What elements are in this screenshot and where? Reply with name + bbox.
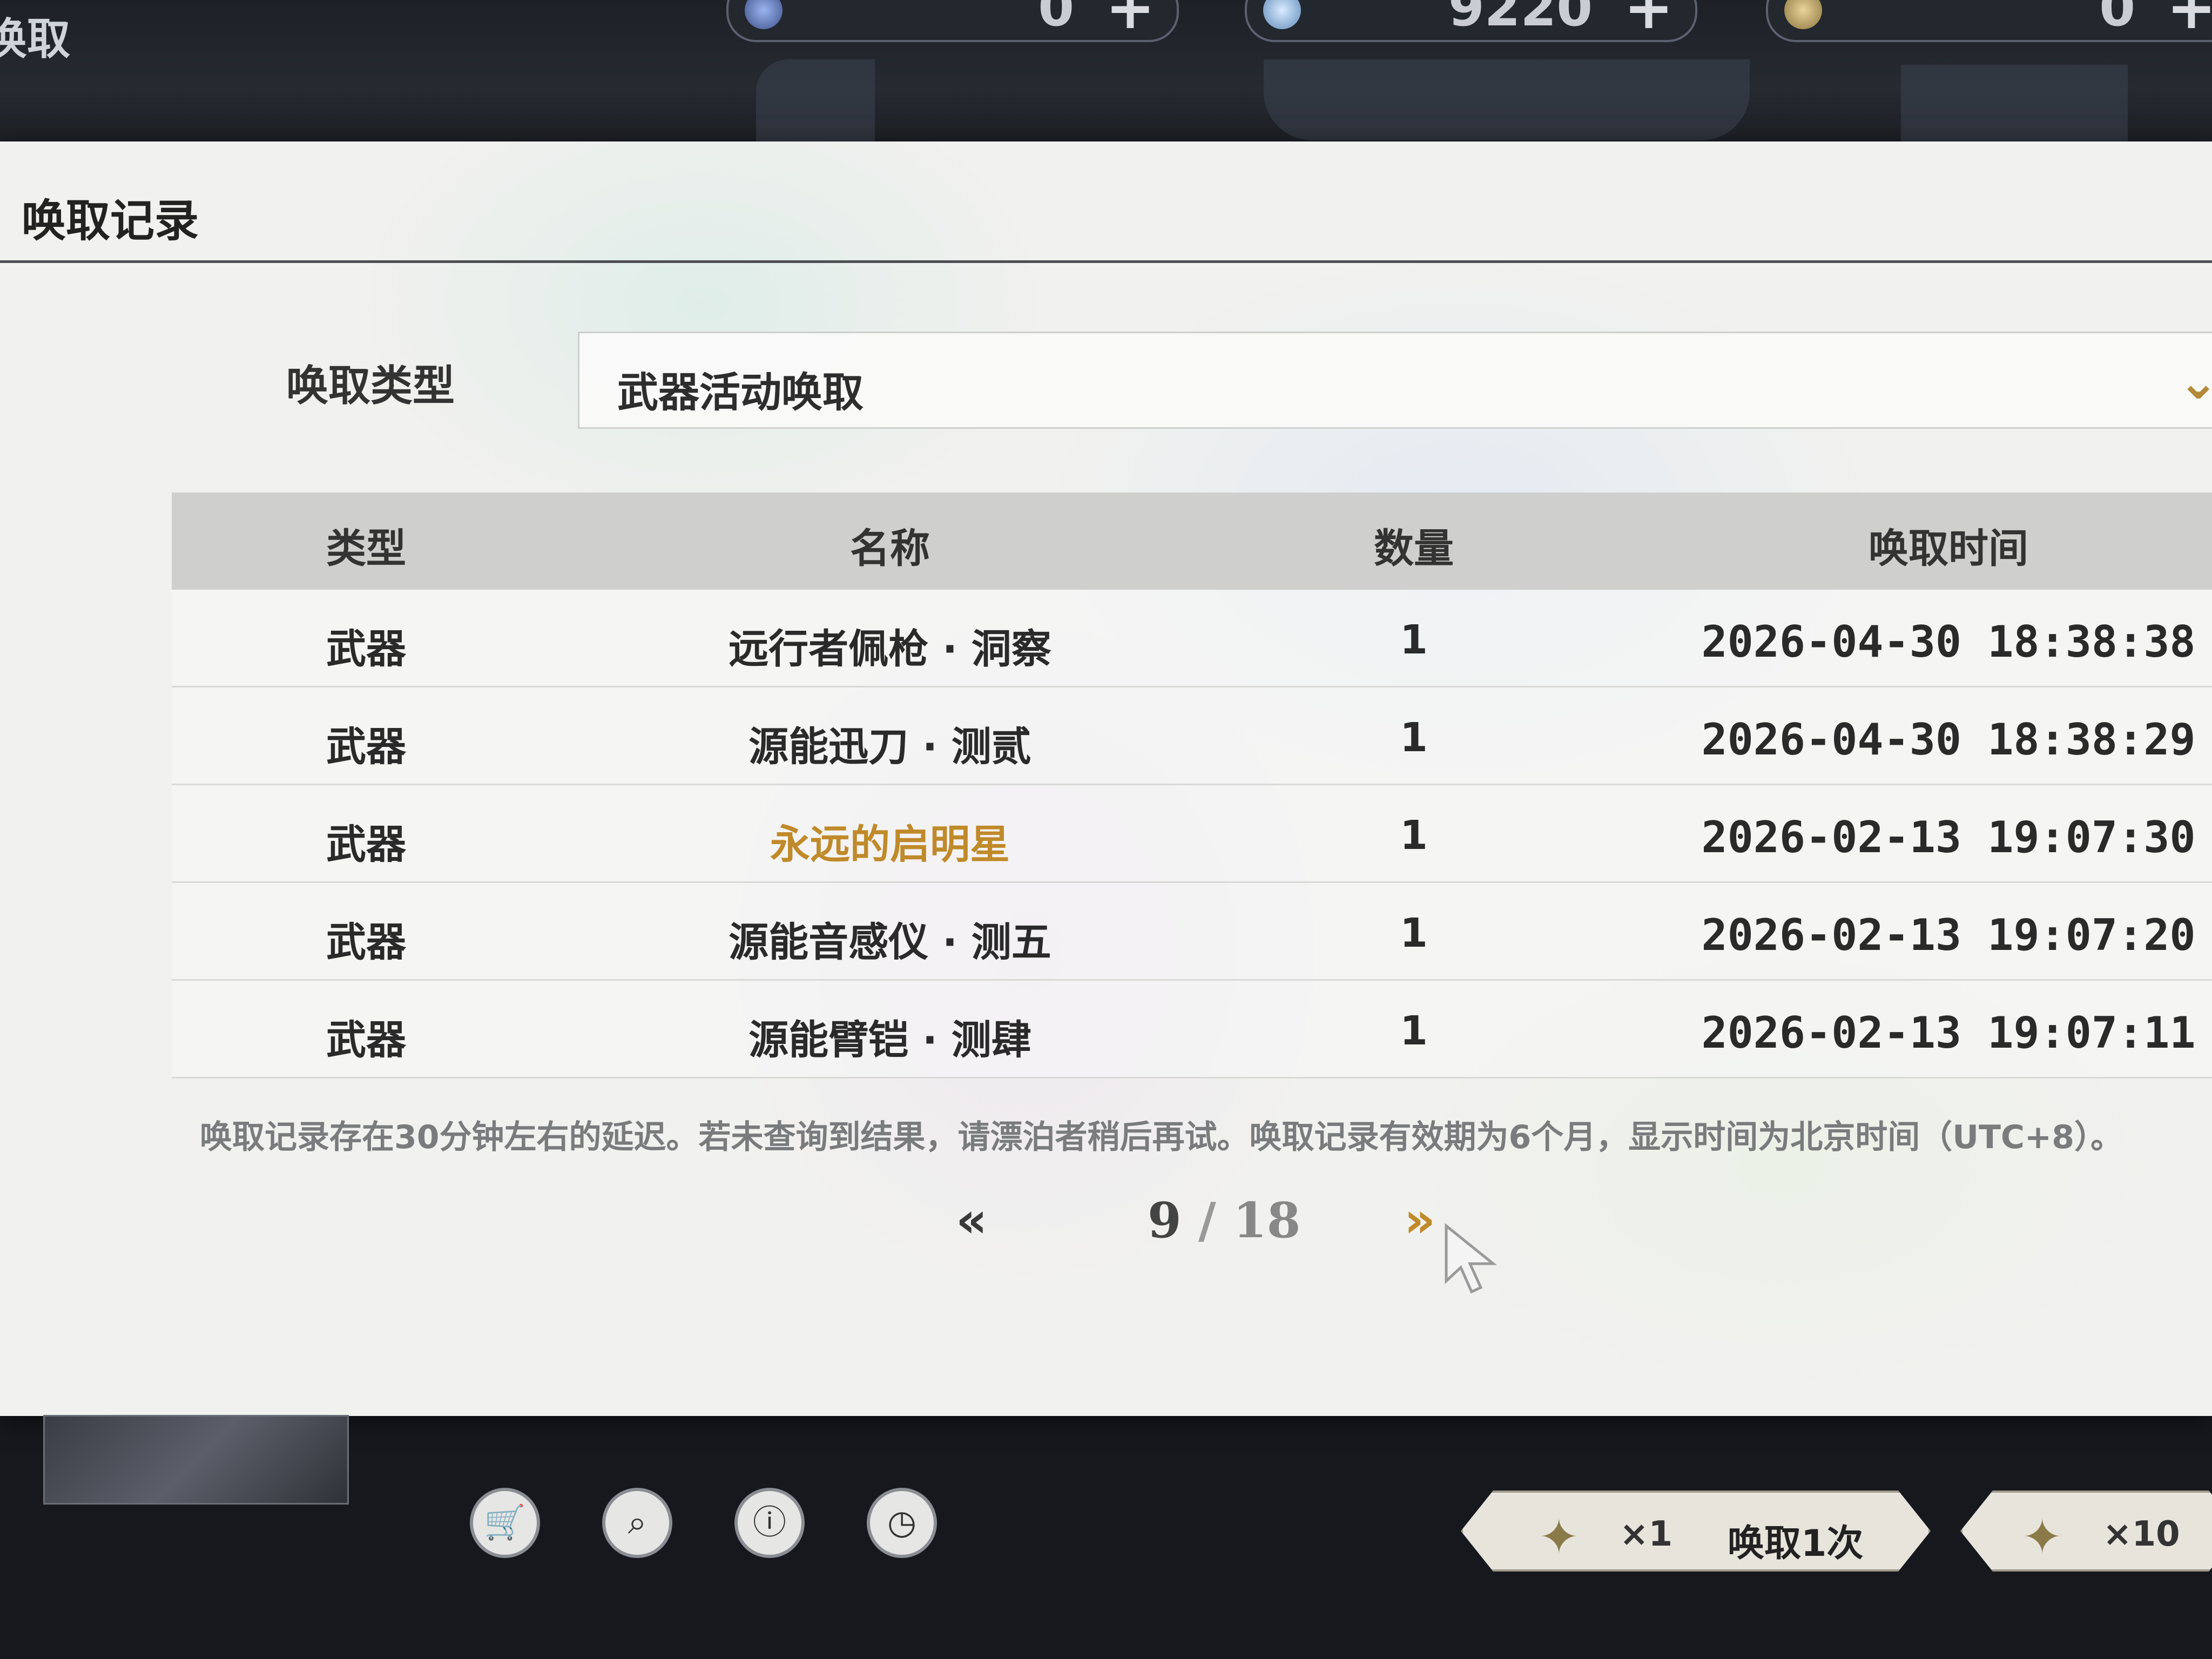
forging-tide-icon (1784, 0, 1822, 29)
title-divider (0, 260, 2212, 263)
add-lunite-button[interactable]: + (1105, 0, 1155, 42)
background-decoration (1264, 59, 1750, 140)
cell-quantity: 1 (1400, 910, 1428, 956)
history-button[interactable]: ◷ (867, 1488, 937, 1558)
convene-ten-button[interactable]: ✦ ×10 (1960, 1491, 2212, 1572)
cell-quantity: 1 (1400, 812, 1428, 859)
cell-quantity: 1 (1400, 1008, 1428, 1054)
cell-time: 2026-02-13 19:07:30 (1701, 812, 2196, 862)
forging-tide-icon: ✦ (2022, 1509, 2063, 1566)
currency-value: 0 (2099, 0, 2135, 38)
cost-quantity: ×1 (1620, 1514, 1673, 1554)
history-table: 类型 名称 数量 唤取时间 武器 远行者佩枪 · 洞察 1 2026-04-30… (172, 493, 2212, 1078)
cell-type: 武器 (326, 626, 406, 672)
dropdown-selected-value: 武器活动唤取 (617, 368, 864, 416)
total-pages: 18 (1233, 1192, 1301, 1249)
background-decoration (756, 59, 875, 146)
details-button[interactable]: ⌕ (602, 1488, 672, 1558)
table-header: 类型 名称 数量 唤取时间 (172, 493, 2212, 590)
current-page: 9 (1148, 1192, 1182, 1249)
currency-forging-tide: 0 + (1766, 0, 2212, 42)
cell-name-highlighted: 永远的启明星 (770, 821, 1010, 868)
convene-once-label: 唤取1次 (1728, 1522, 1864, 1565)
column-header-quantity: 数量 (1374, 525, 1454, 572)
column-header-time: 唤取时间 (1869, 525, 2028, 572)
column-header-name: 名称 (850, 525, 930, 572)
currency-value: 9220 (1448, 0, 1593, 38)
add-astrite-button[interactable]: + (1624, 0, 1674, 42)
currency-astrite: 9220 + (1245, 0, 1697, 42)
cell-type: 武器 (326, 1017, 406, 1063)
convene-once-button[interactable]: ✦ ×1 唤取1次 (1461, 1491, 1931, 1572)
astrite-icon (1263, 0, 1301, 29)
convene-type-dropdown[interactable]: 武器活动唤取 ⌄ (578, 332, 2212, 429)
shop-button[interactable]: 🛒 (470, 1488, 540, 1558)
add-forging-tide-button[interactable]: + (2167, 0, 2212, 42)
cart-icon: 🛒 (484, 1502, 526, 1542)
forging-tide-icon: ✦ (1539, 1509, 1580, 1566)
dialog-title: 唤取记录 (22, 195, 199, 247)
page-separator: / (1198, 1192, 1216, 1249)
currency-lunite: 0 + (726, 0, 1179, 42)
table-row: 武器 源能音感仪 · 测五 1 2026-02-13 19:07:20 (172, 883, 2212, 981)
background-decoration (1901, 65, 2128, 146)
top-bar: 唤取 0 + 9220 + 0 + (0, 0, 2212, 146)
page-title: 唤取 (0, 14, 70, 64)
info-icon: ⓘ (752, 1502, 786, 1542)
cell-type: 武器 (326, 821, 406, 868)
info-button[interactable]: ⓘ (734, 1488, 805, 1558)
cell-time: 2026-02-13 19:07:20 (1701, 910, 2196, 960)
cell-name: 源能音感仪 · 测五 (729, 919, 1051, 966)
cell-quantity: 1 (1400, 714, 1428, 761)
next-page-button[interactable]: » (1404, 1192, 1435, 1249)
clock-icon: ◷ (887, 1502, 917, 1542)
table-row: 武器 源能臂铠 · 测肆 1 2026-02-13 19:07:11 (172, 981, 2212, 1078)
table-row: 武器 永远的启明星 1 2026-02-13 19:07:30 (172, 785, 2212, 883)
cell-type: 武器 (326, 724, 406, 770)
cell-name: 源能迅刀 · 测贰 (748, 724, 1031, 770)
cell-time: 2026-04-30 18:38:29 (1701, 714, 2196, 765)
column-header-type: 类型 (326, 525, 406, 572)
cell-type: 武器 (326, 919, 406, 966)
lunite-icon (745, 0, 783, 29)
page-indicator: 9 / 18 (1148, 1192, 1300, 1249)
table-row: 武器 源能迅刀 · 测贰 1 2026-04-30 18:38:29 (172, 687, 2212, 785)
previous-page-button[interactable]: « (956, 1192, 987, 1249)
cell-name: 远行者佩枪 · 洞察 (729, 626, 1051, 672)
character-banner-thumbnail[interactable] (43, 1415, 349, 1505)
cell-time: 2026-04-30 18:38:38 (1701, 617, 2196, 667)
cell-quantity: 1 (1400, 617, 1428, 663)
convene-history-dialog: 唤取记录 唤取类型 武器活动唤取 ⌄ 类型 名称 数量 唤取时间 武器 远行者佩… (0, 141, 2212, 1416)
currency-value: 0 (1038, 0, 1074, 38)
cell-name: 源能臂铠 · 测肆 (748, 1017, 1031, 1063)
cell-time: 2026-02-13 19:07:11 (1701, 1008, 2196, 1058)
cost-quantity: ×10 (2103, 1514, 2180, 1554)
mouse-cursor-icon (1445, 1223, 1498, 1294)
search-record-icon: ⌕ (628, 1502, 647, 1542)
chevron-down-icon: ⌄ (2178, 354, 2212, 410)
history-note: 唤取记录存在30分钟左右的延迟。若未查询到结果，请漂泊者稍后再试。唤取记录有效期… (200, 1118, 2123, 1156)
filter-label: 唤取类型 (286, 362, 455, 410)
table-row: 武器 远行者佩枪 · 洞察 1 2026-04-30 18:38:38 (172, 590, 2212, 687)
